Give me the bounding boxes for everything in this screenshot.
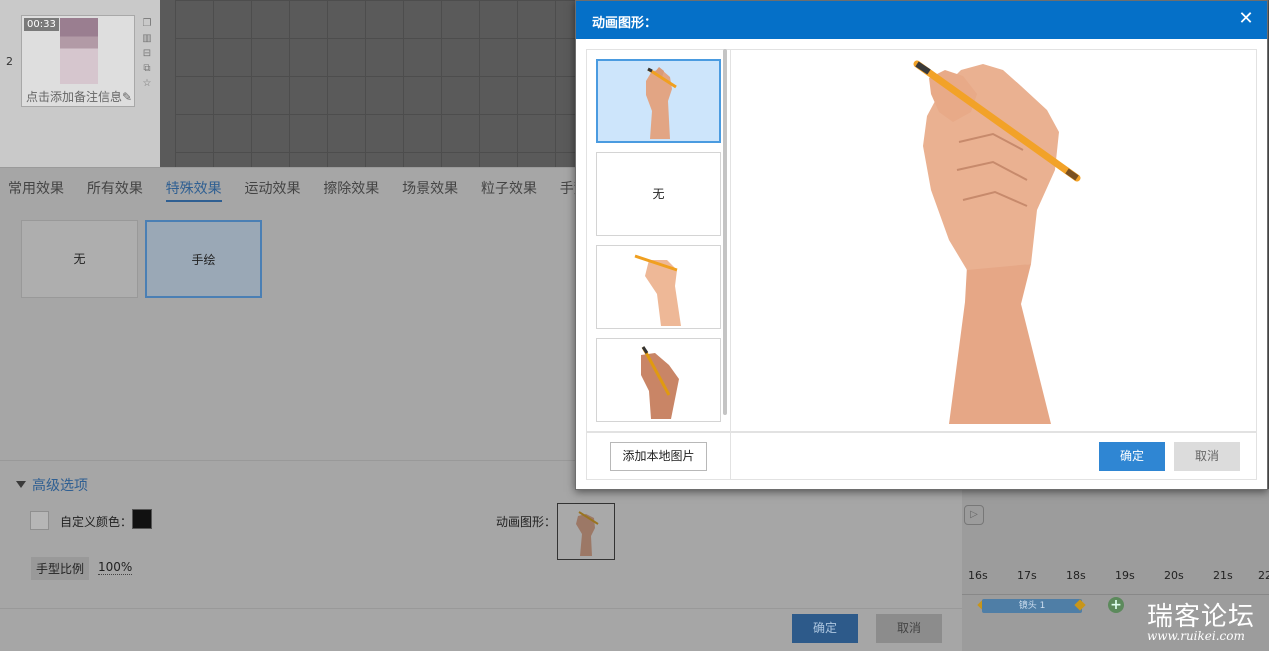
paste-icon[interactable]: ⧉ <box>140 61 154 76</box>
shape-list-scrollbar[interactable] <box>723 49 727 415</box>
watermark-title: 瑞客论坛 <box>1147 602 1256 632</box>
tick-label: 16s <box>968 569 988 582</box>
effects-panel-footer: 确定 取消 <box>0 608 962 651</box>
edit-icon[interactable]: ✎ <box>122 90 132 104</box>
advanced-options-toggle[interactable]: 高级选项 <box>16 475 88 495</box>
slide-duration-badge: 00:33 <box>24 18 59 31</box>
caret-down-icon <box>16 481 26 488</box>
shape-list: 无 <box>586 49 731 432</box>
slide-thumbnail[interactable]: 00:33 点击添加备注信息✎ <box>21 15 135 107</box>
tick-label: 22 <box>1258 569 1269 582</box>
tick-label: 20s <box>1164 569 1184 582</box>
slide-note-placeholder[interactable]: 点击添加备注信息✎ <box>26 88 132 105</box>
custom-color-label: 自定义颜色： <box>60 515 133 529</box>
custom-color-checkbox[interactable] <box>30 511 49 530</box>
add-local-image-button[interactable]: 添加本地图片 <box>610 442 707 471</box>
effect-tabs: 常用效果 所有效果 特殊效果 运动效果 擦除效果 场景效果 粒子效果 手势 <box>8 178 607 202</box>
tick-label: 21s <box>1213 569 1233 582</box>
tab-common-effects[interactable]: 常用效果 <box>8 178 64 200</box>
play-icon[interactable]: ▷ <box>964 505 984 525</box>
effect-card-none[interactable]: 无 <box>21 220 138 298</box>
duplicate-icon[interactable]: ⊟ <box>140 46 154 61</box>
delete-icon[interactable]: ▥ <box>140 31 154 46</box>
tab-wipe-effects[interactable]: 擦除效果 <box>323 178 379 200</box>
anim-shape-thumbnail[interactable] <box>557 503 615 560</box>
effects-ok-button[interactable]: 确定 <box>792 614 858 643</box>
tab-particle-effects[interactable]: 粒子效果 <box>481 178 537 200</box>
dialog-title: 动画图形： <box>592 16 658 31</box>
close-icon[interactable]: ✕ <box>1235 8 1257 30</box>
canvas-grid <box>175 0 575 167</box>
dialog-ok-button[interactable]: 确定 <box>1099 442 1165 471</box>
tab-motion-effects[interactable]: 运动效果 <box>244 178 300 200</box>
shape-item-hand-2[interactable] <box>596 245 721 329</box>
shape-item-hand-3[interactable] <box>596 338 721 422</box>
copy-icon[interactable]: ❐ <box>140 16 154 31</box>
hand-scale-label: 手型比例 <box>31 557 90 580</box>
add-keyframe-icon[interactable]: + <box>1108 597 1124 613</box>
slide-preview-image <box>60 18 98 84</box>
effects-cancel-button[interactable]: 取消 <box>876 614 942 643</box>
tab-all-effects[interactable]: 所有效果 <box>87 178 143 200</box>
tab-special-effects[interactable]: 特殊效果 <box>165 178 222 202</box>
slide-number: 2 <box>6 55 13 68</box>
shape-item-none[interactable]: 无 <box>596 152 721 236</box>
tick-label: 19s <box>1115 569 1135 582</box>
watermark-url: www.ruikei.com <box>1147 629 1245 643</box>
tick-label: 17s <box>1017 569 1037 582</box>
tick-label: 18s <box>1066 569 1086 582</box>
timeline-clip[interactable]: 镜头 1 <box>982 599 1082 613</box>
dialog-footer-left: 添加本地图片 <box>586 432 731 480</box>
effect-card-hand-drawn[interactable]: 手绘 <box>145 220 262 298</box>
hand-scale-value[interactable]: 100% <box>98 560 133 575</box>
timeline-ruler: 16s 17s 18s 19s 20s 21s 22 <box>962 569 1269 595</box>
anim-shape-dialog: 动画图形： ✕ 无 添加本地图片 确定 取消 <box>575 0 1268 490</box>
slide-tools: ❐ ▥ ⊟ ⧉ ☆ <box>140 16 154 91</box>
dialog-title-bar: 动画图形： ✕ <box>576 1 1267 39</box>
dialog-cancel-button[interactable]: 取消 <box>1174 442 1240 471</box>
custom-color-swatch[interactable] <box>132 509 152 529</box>
star-icon[interactable]: ☆ <box>140 76 154 91</box>
anim-shape-label: 动画图形： <box>496 515 557 529</box>
shape-preview <box>730 49 1257 432</box>
tab-scene-effects[interactable]: 场景效果 <box>402 178 458 200</box>
shape-item-hand-1[interactable] <box>596 59 721 143</box>
dialog-footer-right: 确定 取消 <box>730 432 1257 480</box>
